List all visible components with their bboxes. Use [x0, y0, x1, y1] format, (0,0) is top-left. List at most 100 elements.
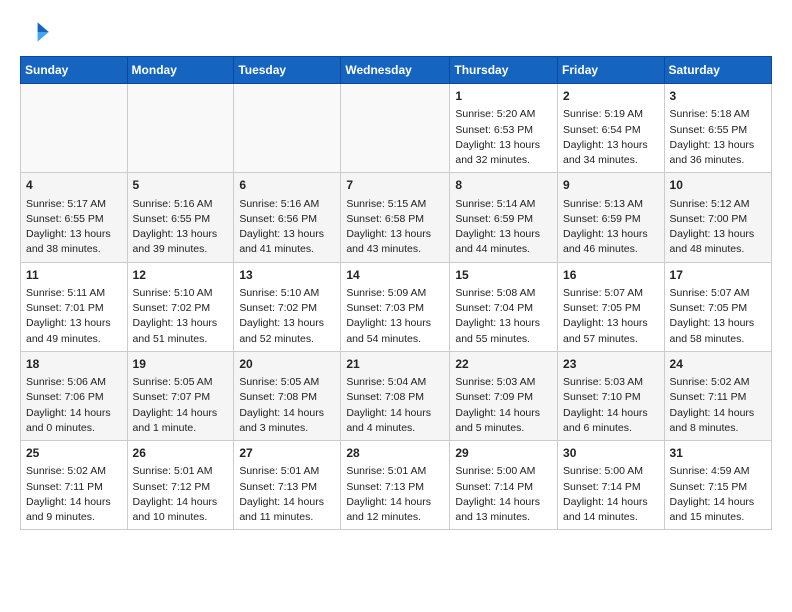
calendar-cell: 19 Sunrise: 5:05 AMSunset: 7:07 PMDayligh… [127, 351, 234, 440]
day-info: and 44 minutes. [455, 242, 552, 257]
day-info: and 58 minutes. [670, 332, 766, 347]
day-info: Sunrise: 5:20 AM [455, 107, 552, 122]
calendar-cell: 18Sunrise: 5:06 AMSunset: 7:06 PMDayligh… [21, 351, 128, 440]
day-info: Daylight: 13 hours [26, 227, 122, 242]
day-info: Sunrise: 5:09 AM [346, 286, 444, 301]
day-number: 5 [133, 177, 229, 194]
day-info: and 1 minute. [133, 421, 229, 436]
calendar-week-row: 25Sunrise: 5:02 AMSunset: 7:11 PMDayligh… [21, 441, 772, 530]
day-info: and 13 minutes. [455, 510, 552, 525]
calendar-week-row: 11Sunrise: 5:11 AMSunset: 7:01 PMDayligh… [21, 262, 772, 351]
day-number: 18 [26, 356, 122, 373]
day-info: and 54 minutes. [346, 332, 444, 347]
day-info: Daylight: 14 hours [346, 495, 444, 510]
day-info: Daylight: 14 hours [455, 495, 552, 510]
day-info: Sunset: 7:12 PM [133, 480, 229, 495]
day-info: Daylight: 14 hours [346, 406, 444, 421]
day-info: Sunrise: 5:13 AM [563, 197, 659, 212]
calendar-cell: 26Sunrise: 5:01 AMSunset: 7:12 PMDayligh… [127, 441, 234, 530]
day-info: Sunrise: 4:59 AM [670, 464, 766, 479]
calendar-cell: 29Sunrise: 5:00 AMSunset: 7:14 PMDayligh… [450, 441, 558, 530]
day-number: 25 [26, 445, 122, 462]
day-info: Sunset: 7:05 PM [563, 301, 659, 316]
day-info: Sunset: 7:13 PM [239, 480, 335, 495]
weekday-header: Wednesday [341, 57, 450, 84]
day-info: Daylight: 13 hours [670, 138, 766, 153]
day-info: Daylight: 14 hours [563, 406, 659, 421]
day-info: Daylight: 14 hours [239, 406, 335, 421]
day-info: Daylight: 14 hours [670, 406, 766, 421]
day-info: Sunset: 7:03 PM [346, 301, 444, 316]
calendar-header: SundayMondayTuesdayWednesdayThursdayFrid… [21, 57, 772, 84]
day-number: 15 [455, 267, 552, 284]
day-info: Sunset: 7:01 PM [26, 301, 122, 316]
day-info: Daylight: 13 hours [133, 227, 229, 242]
day-info: and 55 minutes. [455, 332, 552, 347]
day-info: Sunset: 7:02 PM [239, 301, 335, 316]
day-info: Daylight: 13 hours [239, 227, 335, 242]
day-info: and 57 minutes. [563, 332, 659, 347]
day-number: 29 [455, 445, 552, 462]
day-info: Sunset: 6:59 PM [563, 212, 659, 227]
calendar-cell: 8Sunrise: 5:14 AMSunset: 6:59 PMDaylight… [450, 173, 558, 262]
day-number: 9 [563, 177, 659, 194]
day-info: Sunrise: 5:05 AM [133, 375, 229, 390]
day-info: and 32 minutes. [455, 153, 552, 168]
calendar-cell [21, 84, 128, 173]
day-info: Sunrise: 5:07 AM [563, 286, 659, 301]
day-info: Daylight: 14 hours [563, 495, 659, 510]
day-info: and 14 minutes. [563, 510, 659, 525]
calendar-cell: 12Sunrise: 5:10 AMSunset: 7:02 PMDayligh… [127, 262, 234, 351]
calendar-cell: 11Sunrise: 5:11 AMSunset: 7:01 PMDayligh… [21, 262, 128, 351]
day-info: Sunset: 7:07 PM [133, 390, 229, 405]
day-number: 19 [133, 356, 229, 373]
calendar-cell: 3Sunrise: 5:18 AMSunset: 6:55 PMDaylight… [664, 84, 771, 173]
day-number: 21 [346, 356, 444, 373]
calendar-week-row: 18Sunrise: 5:06 AMSunset: 7:06 PMDayligh… [21, 351, 772, 440]
day-info: Sunrise: 5:14 AM [455, 197, 552, 212]
day-info: Daylight: 13 hours [670, 227, 766, 242]
day-info: and 5 minutes. [455, 421, 552, 436]
day-info: and 41 minutes. [239, 242, 335, 257]
day-number: 28 [346, 445, 444, 462]
day-info: Sunrise: 5:00 AM [563, 464, 659, 479]
day-info: Daylight: 14 hours [239, 495, 335, 510]
calendar-cell: 15Sunrise: 5:08 AMSunset: 7:04 PMDayligh… [450, 262, 558, 351]
day-info: Daylight: 13 hours [563, 227, 659, 242]
day-info: Daylight: 13 hours [670, 316, 766, 331]
day-info: and 36 minutes. [670, 153, 766, 168]
day-info: Sunrise: 5:06 AM [26, 375, 122, 390]
day-info: and 6 minutes. [563, 421, 659, 436]
day-info: Sunset: 7:04 PM [455, 301, 552, 316]
day-info: Sunrise: 5:01 AM [346, 464, 444, 479]
day-info: and 34 minutes. [563, 153, 659, 168]
day-number: 12 [133, 267, 229, 284]
calendar-cell [234, 84, 341, 173]
calendar-cell: 30Sunrise: 5:00 AMSunset: 7:14 PMDayligh… [558, 441, 665, 530]
day-info: Sunset: 6:53 PM [455, 123, 552, 138]
day-info: Daylight: 13 hours [455, 316, 552, 331]
day-info: Daylight: 14 hours [26, 406, 122, 421]
day-info: Sunset: 6:55 PM [26, 212, 122, 227]
day-info: Sunrise: 5:15 AM [346, 197, 444, 212]
day-info: Daylight: 13 hours [563, 316, 659, 331]
day-number: 4 [26, 177, 122, 194]
day-info: Sunrise: 5:05 AM [239, 375, 335, 390]
day-info: Daylight: 13 hours [133, 316, 229, 331]
day-number: 26 [133, 445, 229, 462]
calendar-cell: 7Sunrise: 5:15 AMSunset: 6:58 PMDaylight… [341, 173, 450, 262]
calendar-cell: 20Sunrise: 5:05 AMSunset: 7:08 PMDayligh… [234, 351, 341, 440]
day-info: Sunrise: 5:18 AM [670, 107, 766, 122]
day-info: and 48 minutes. [670, 242, 766, 257]
day-info: Sunrise: 5:01 AM [239, 464, 335, 479]
day-info: Daylight: 14 hours [133, 406, 229, 421]
day-info: Sunrise: 5:00 AM [455, 464, 552, 479]
day-number: 8 [455, 177, 552, 194]
calendar-cell: 28Sunrise: 5:01 AMSunset: 7:13 PMDayligh… [341, 441, 450, 530]
day-info: Daylight: 14 hours [26, 495, 122, 510]
day-info: and 38 minutes. [26, 242, 122, 257]
calendar-cell: 22Sunrise: 5:03 AMSunset: 7:09 PMDayligh… [450, 351, 558, 440]
day-info: and 51 minutes. [133, 332, 229, 347]
calendar-cell: 25Sunrise: 5:02 AMSunset: 7:11 PMDayligh… [21, 441, 128, 530]
day-info: Sunset: 7:05 PM [670, 301, 766, 316]
